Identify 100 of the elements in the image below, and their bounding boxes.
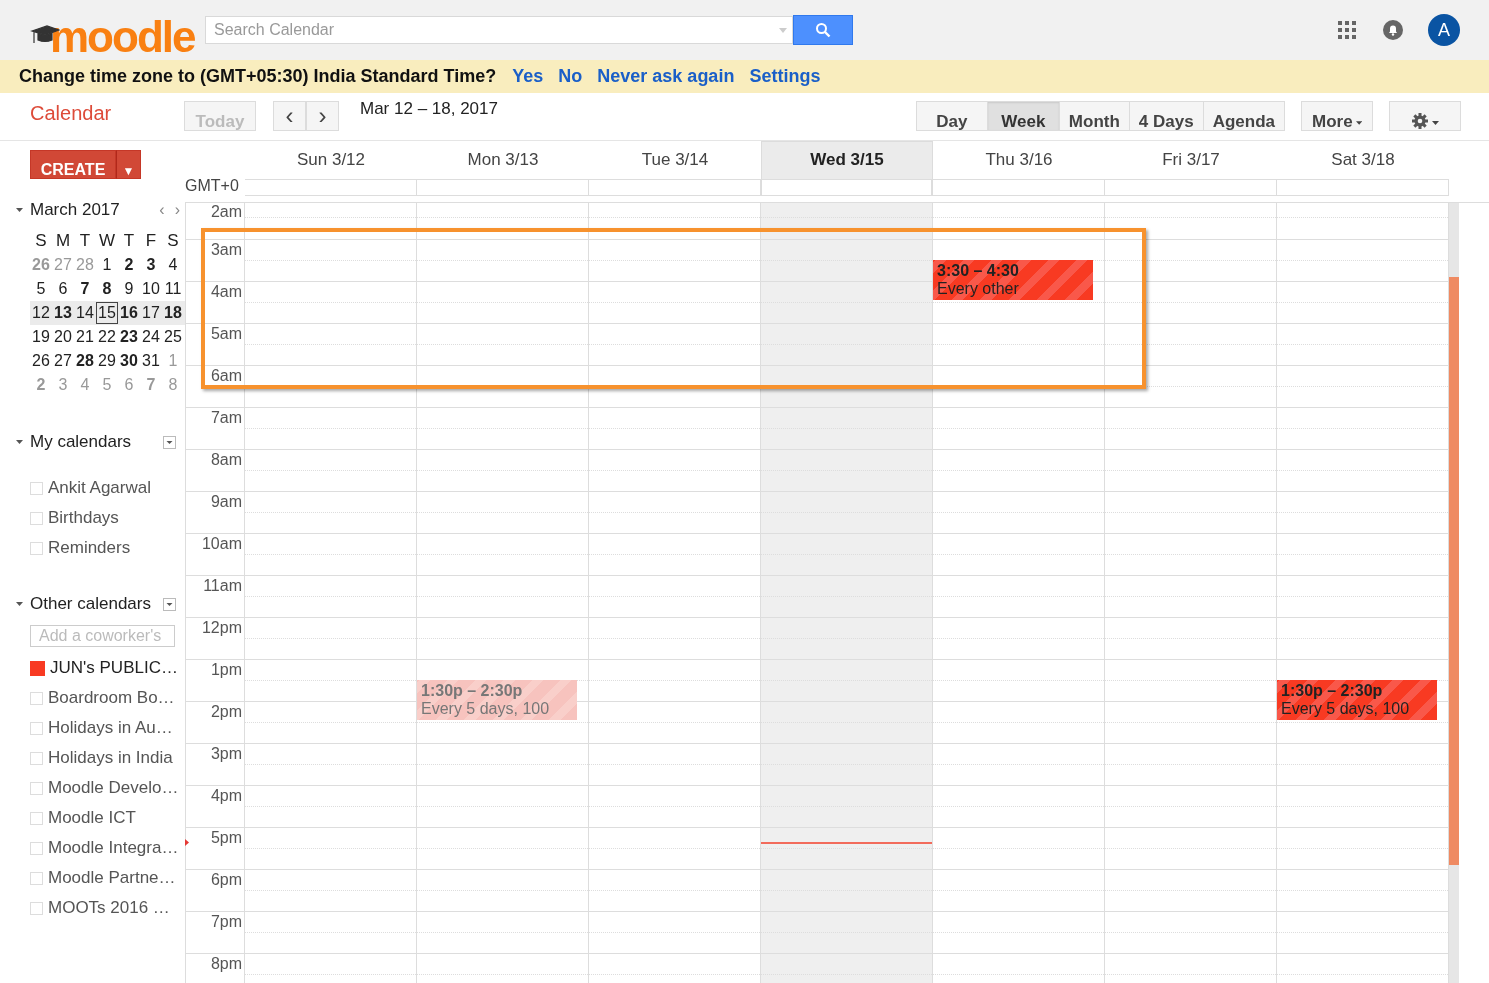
calendar-name[interactable]: Moodle Develo… (48, 778, 179, 798)
collapse-triangle-icon[interactable] (16, 602, 23, 606)
date-cell[interactable]: 21 (74, 327, 96, 347)
apps-grid-icon[interactable] (1338, 21, 1356, 39)
event-block[interactable]: 3:30 – 4:30 Every other (933, 260, 1093, 300)
banner-link[interactable]: Settings (749, 66, 821, 87)
all-day-cell[interactable] (762, 179, 932, 196)
date-cell[interactable]: 15 (96, 302, 118, 324)
date-cell[interactable]: 31 (140, 351, 162, 371)
day-header[interactable]: Thu 3/16 (985, 150, 1053, 180)
add-coworker-field[interactable]: Add a coworker's (30, 625, 175, 647)
date-cell[interactable]: 6 (52, 279, 74, 299)
all-day-cell[interactable] (245, 179, 417, 196)
date-cell[interactable]: 25 (162, 327, 184, 347)
view-tab[interactable]: Day (915, 101, 988, 131)
weekday-label: T (78, 231, 92, 251)
calendar-name[interactable]: Ankit Agarwal (48, 478, 151, 498)
caret-icon (1355, 121, 1362, 125)
day-header[interactable]: Sun 3/12 (296, 150, 366, 180)
more-button[interactable]: More (1301, 101, 1373, 131)
date-cell[interactable]: 20 (52, 327, 74, 347)
calendar-name[interactable]: Birthdays (48, 508, 119, 528)
calendar-name[interactable]: Moodle Integra… (48, 838, 179, 858)
date-cell[interactable]: 29 (96, 351, 118, 371)
calendar-name[interactable]: Holidays in India (48, 748, 173, 768)
month-title: March 2017 (30, 200, 120, 220)
hour-label: 6am (210, 367, 242, 385)
date-cell[interactable]: 17 (140, 303, 162, 323)
dropdown-icon[interactable] (163, 597, 176, 611)
date-cell[interactable]: 28 (74, 351, 96, 371)
previous-button[interactable]: ‹ (273, 101, 306, 131)
search-field[interactable]: Search Calendar (205, 16, 793, 44)
date-cell[interactable]: 2 (118, 255, 140, 275)
date-cell[interactable]: 5 (30, 279, 52, 299)
previous-month-button[interactable]: ‹ (154, 201, 170, 219)
weekday-label: S (166, 231, 180, 251)
search-icon (815, 22, 831, 38)
date-cell[interactable]: 12 (30, 303, 52, 323)
day-header[interactable]: Mon 3/13 (467, 150, 539, 180)
create-button[interactable]: CREATE (30, 150, 116, 179)
date-cell[interactable]: 8 (96, 279, 118, 299)
date-cell[interactable]: 26 (30, 351, 52, 371)
date-cell[interactable]: 14 (74, 303, 96, 323)
all-day-cell[interactable] (589, 179, 761, 196)
date-cell[interactable]: 22 (96, 327, 118, 347)
date-cell[interactable]: 23 (118, 327, 140, 347)
notification-bell-icon[interactable] (1383, 20, 1403, 40)
all-day-cell[interactable] (1277, 179, 1449, 196)
create-menu-button[interactable]: ▼ (116, 150, 141, 179)
day-header[interactable]: Wed 3/15 (810, 150, 884, 180)
banner-link[interactable]: No (558, 66, 583, 87)
banner-link[interactable]: Yes (512, 66, 544, 87)
date-cell[interactable]: 9 (118, 279, 140, 299)
date-cell[interactable]: 19 (30, 327, 52, 347)
date-cell[interactable]: 7 (74, 279, 96, 299)
calendar-name[interactable]: JUN's PUBLIC… (50, 658, 178, 678)
all-day-cell[interactable] (1105, 179, 1277, 196)
banner-link[interactable]: Never ask again (597, 66, 735, 87)
calendar-name[interactable]: MOOTs 2016 … (48, 898, 170, 918)
date-cell[interactable]: 30 (118, 351, 140, 371)
calendar-name[interactable]: Moodle ICT (48, 808, 136, 828)
account-avatar[interactable]: A (1428, 14, 1460, 46)
calendar-name[interactable]: Moodle Partne… (48, 868, 176, 888)
calendar-checkbox[interactable] (30, 660, 45, 676)
view-tab[interactable]: Agenda (1203, 101, 1285, 131)
scrollbar-thumb[interactable] (1449, 277, 1459, 865)
calendar-name[interactable]: Holidays in Au… (48, 718, 173, 738)
date-cell[interactable]: 4 (162, 255, 184, 275)
calendar-name[interactable]: Boardroom Bo… (48, 688, 175, 708)
next-month-button[interactable]: › (169, 201, 185, 219)
date-cell[interactable]: 24 (140, 327, 162, 347)
date-cell[interactable]: 11 (162, 279, 184, 299)
next-button[interactable]: › (306, 101, 339, 131)
current-time-marker-icon (185, 839, 189, 846)
day-header[interactable]: Fri 3/17 (1162, 150, 1220, 180)
date-cell[interactable]: 13 (52, 303, 74, 323)
date-cell[interactable]: 10 (140, 279, 162, 299)
event-block[interactable]: 1:30p – 2:30p Every 5 days, 100 (1277, 680, 1437, 720)
section-title: Other calendars (30, 594, 151, 614)
all-day-cell[interactable] (417, 179, 589, 196)
collapse-triangle-icon[interactable] (16, 440, 23, 444)
view-tab[interactable]: Month (1059, 101, 1130, 131)
date-cell[interactable]: 18 (162, 303, 184, 323)
collapse-triangle-icon[interactable] (16, 208, 23, 212)
date-cell[interactable]: 16 (118, 303, 140, 323)
date-cell[interactable]: 1 (96, 255, 118, 275)
dropdown-icon[interactable] (163, 435, 176, 449)
all-day-cell[interactable] (933, 179, 1105, 196)
hour-label: 4am (210, 283, 242, 301)
date-cell[interactable]: 3 (140, 255, 162, 275)
view-tab[interactable]: 4 Days (1129, 101, 1204, 131)
calendar-name[interactable]: Reminders (48, 538, 131, 558)
hour-label: 9am (210, 493, 242, 511)
view-tab[interactable]: Week (987, 101, 1060, 131)
hour-label: 2pm (210, 703, 242, 721)
settings-button[interactable] (1389, 101, 1461, 131)
search-button[interactable] (793, 15, 853, 45)
date-cell[interactable]: 27 (52, 351, 74, 371)
day-header[interactable]: Sat 3/18 (1331, 150, 1395, 180)
day-header[interactable]: Tue 3/14 (641, 150, 709, 180)
